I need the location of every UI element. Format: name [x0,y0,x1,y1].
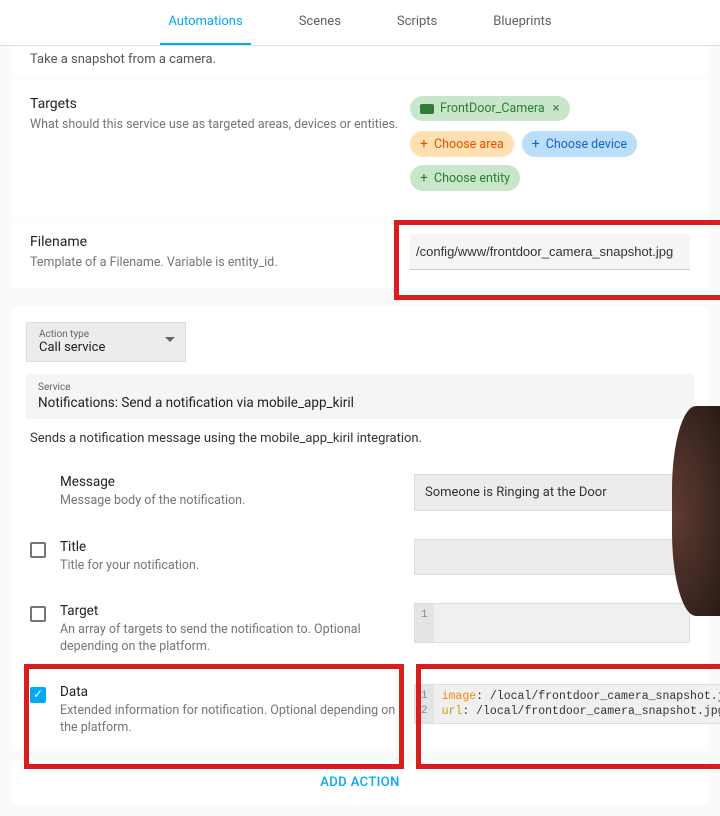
filename-input[interactable] [410,234,690,270]
title-row: Title Title for your notification. [12,525,708,589]
target-checkbox[interactable] [30,606,46,622]
tab-automations[interactable]: Automations [160,0,250,45]
service-label: Service [38,382,682,393]
snapshot-description: Take a snapshot from a camera. [12,46,708,79]
message-input[interactable]: Someone is Ringing at the Door [414,474,690,511]
choose-area-button[interactable]: +Choose area [410,131,514,157]
top-tabs: Automations Scenes Scripts Blueprints [0,0,720,46]
data-code-input[interactable]: 1 2 image: /local/frontdoor_camera_snaps… [414,684,720,724]
service-value: Notifications: Send a notification via m… [38,395,682,411]
code-gutter: 1 [415,604,434,642]
camera-icon [420,104,434,114]
chevron-down-icon [165,337,175,342]
message-title: Message [60,474,400,490]
action-type-label: Action type [39,329,145,340]
code-text: image: /local/frontdoor_camera_snapshot.… [434,685,720,723]
title-input[interactable] [414,539,690,575]
title-checkbox[interactable] [30,542,46,558]
targets-row: Targets What should this service use as … [12,80,708,217]
face-overlay [672,406,720,616]
tab-blueprints[interactable]: Blueprints [485,0,559,45]
filename-label-block: Filename Template of a Filename. Variabl… [30,234,410,272]
choose-device-button[interactable]: +Choose device [522,131,637,157]
targets-chips: FrontDoor_Camera × +Choose area +Choose … [410,96,690,201]
filename-row: Filename Template of a Filename. Variabl… [12,218,708,288]
add-action-button[interactable]: ADD ACTION [12,761,708,804]
data-desc: Extended information for notification. O… [60,702,400,737]
message-desc: Message body of the notification. [60,492,400,510]
plus-icon: + [532,136,540,152]
code-text [434,604,450,642]
targets-label: Targets [30,96,410,112]
target-title: Target [60,603,400,619]
choose-entity-button[interactable]: +Choose entity [410,165,520,191]
plus-icon: + [420,136,428,152]
targets-label-block: Targets What should this service use as … [30,96,410,201]
plus-icon: + [420,170,428,186]
filename-desc: Template of a Filename. Variable is enti… [30,254,410,272]
code-gutter: 1 2 [415,685,434,723]
data-checkbox[interactable] [30,687,46,703]
action-card: Action type Call service Service Notific… [12,306,708,751]
service-select[interactable]: Service Notifications: Send a notificati… [26,374,694,419]
remove-chip-icon[interactable]: × [553,101,560,116]
service-description: Sends a notification message using the m… [12,431,708,460]
main-content: Take a snapshot from a camera. Targets W… [0,46,720,816]
target-row: Target An array of targets to send the n… [12,589,708,670]
data-title: Data [60,684,400,700]
action-type-select[interactable]: Action type Call service [26,322,186,362]
filename-label: Filename [30,234,410,250]
target-code-input[interactable]: 1 [414,603,690,643]
message-row: Message Message body of the notification… [12,460,708,525]
chip-camera-entity[interactable]: FrontDoor_Camera × [410,96,570,121]
target-desc: An array of targets to send the notifica… [60,621,400,656]
tab-scripts[interactable]: Scripts [389,0,445,45]
filename-input-wrap [410,234,690,272]
targets-desc: What should this service use as targeted… [30,116,410,134]
title-desc: Title for your notification. [60,557,400,575]
chip-camera-label: FrontDoor_Camera [440,101,545,116]
tab-scenes[interactable]: Scenes [291,0,349,45]
action-type-value: Call service [39,340,145,355]
title-title: Title [60,539,400,555]
data-row: Data Extended information for notificati… [12,670,708,751]
